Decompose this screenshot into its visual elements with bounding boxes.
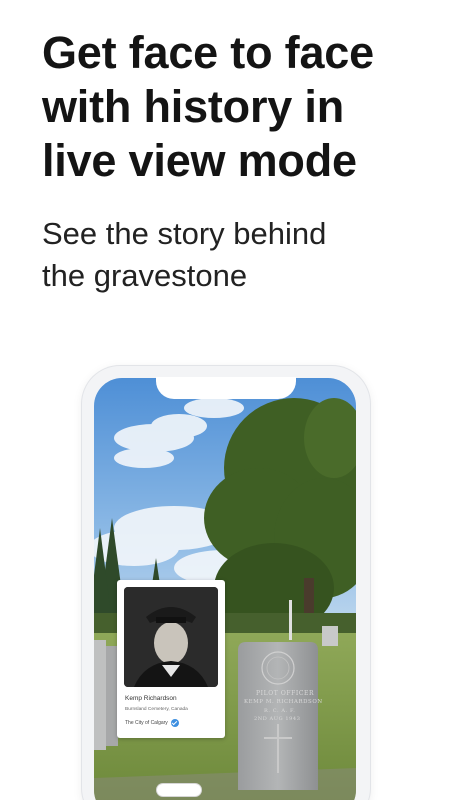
organization-row: The City of Calgary <box>125 719 179 727</box>
subhead-line-2: the gravestone <box>42 258 248 293</box>
gravestone-line-1: PILOT OFFICER <box>256 690 315 697</box>
subhead-line-1: See the story behind <box>42 216 327 251</box>
gravestone-line-2: KEMP M. RICHARDSON <box>244 699 323 705</box>
headline-line-2: with history in <box>42 81 345 132</box>
portrait-photo <box>124 587 218 687</box>
headline-line-1: Get face to face <box>42 27 374 78</box>
gravestone-line-3: R. C. A. F. <box>264 708 296 714</box>
phone-notch <box>156 377 296 399</box>
home-indicator <box>157 784 201 796</box>
person-name: Kemp Richardson <box>125 695 177 702</box>
organization-name: The City of Calgary <box>125 720 168 726</box>
gravestone-row-left <box>94 640 118 750</box>
cemetery-location: Burnsland Cemetery, Canada <box>125 707 188 712</box>
headline-line-3: live view mode <box>42 135 357 186</box>
verified-check-icon <box>170 719 179 727</box>
page-subheading: See the story behind the gravestone <box>42 213 402 297</box>
page-headline: Get face to face with history in live vi… <box>42 26 432 188</box>
profile-card[interactable]: Kemp Richardson Burnsland Cemetery, Cana… <box>117 580 225 738</box>
gravestone-line-4: 2ND AUG 1943 <box>254 716 301 722</box>
